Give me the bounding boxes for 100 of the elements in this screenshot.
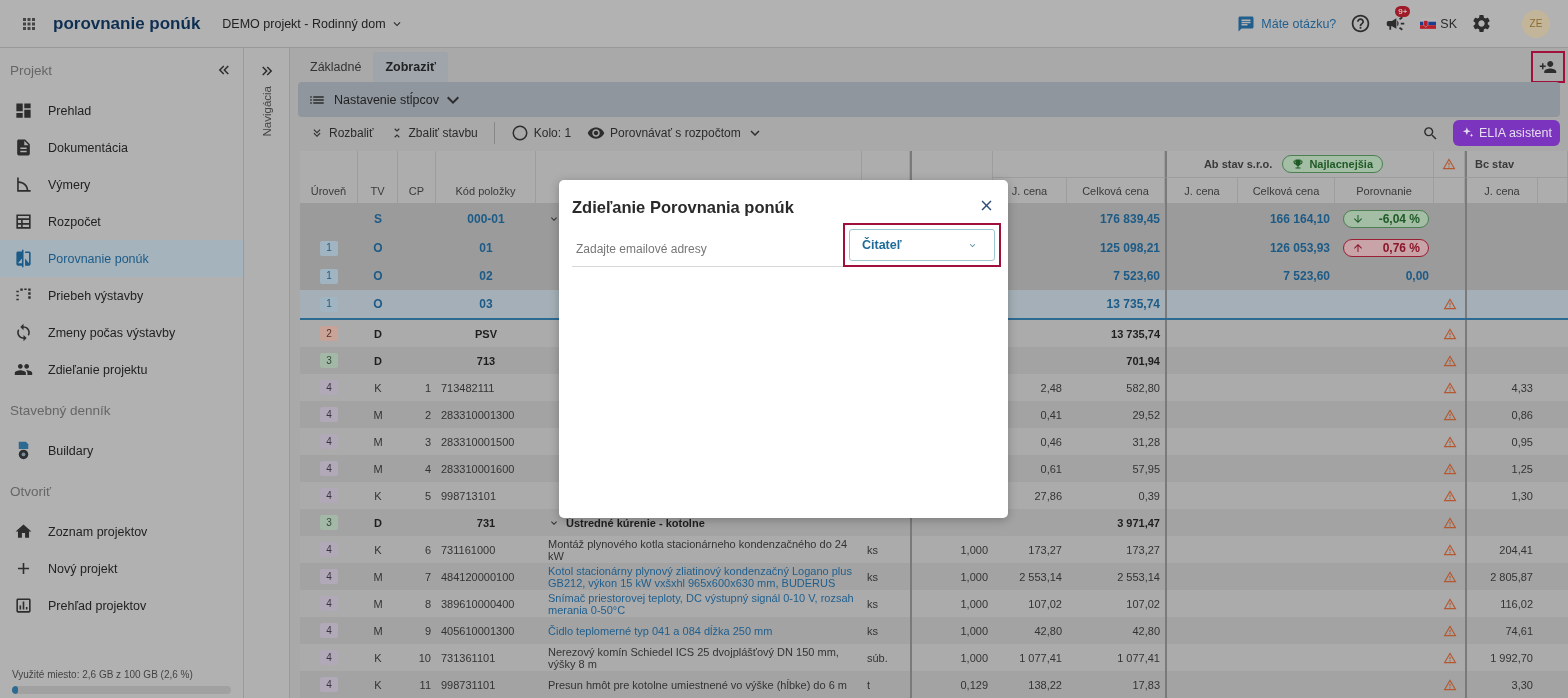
table-cell: 57,95	[1132, 462, 1160, 475]
table-cell: 6	[424, 543, 431, 556]
table-cell: D	[374, 516, 382, 529]
level-badge: 4	[320, 677, 338, 692]
table-cell: 9	[424, 624, 431, 637]
table-cell: 1,25	[1511, 462, 1533, 475]
table-cell: PSV	[475, 327, 497, 340]
table-cell: 7 523,60	[1283, 270, 1330, 282]
bidder-name: Bc stav	[1475, 158, 1515, 170]
table-cell: 731	[476, 516, 496, 529]
table-cell: 7 523,60	[1113, 270, 1160, 282]
table-cell: 166 164,10	[1269, 212, 1330, 225]
table-cell: 701,94	[1126, 354, 1160, 367]
table-cell: K	[374, 651, 382, 664]
table-cell: 173,27	[1028, 543, 1062, 556]
table-cell: 31,28	[1132, 435, 1160, 448]
level-badge: 4	[320, 434, 338, 449]
table-cell: 13 735,74	[1111, 327, 1160, 340]
table-cell: 42,80	[1034, 624, 1062, 637]
table-cell: 2,48	[1040, 381, 1062, 394]
table-cell: D	[374, 354, 382, 367]
column-header: J. cena	[1184, 184, 1220, 197]
comparison-badge: -6,04 %	[1343, 209, 1429, 228]
table-cell: 138,22	[1028, 678, 1062, 691]
table-cell: 1,000	[960, 624, 988, 637]
table-cell: M	[373, 624, 383, 637]
table-cell: K	[374, 489, 382, 502]
table-cell: 0,61	[1040, 462, 1062, 475]
table-cell: 283310001300	[441, 408, 515, 421]
column-header: Kód položky	[455, 185, 516, 197]
level-badge: 4	[320, 650, 338, 665]
table-cell: 03	[479, 298, 493, 310]
column-header: Úroveň	[310, 185, 347, 197]
table-cell: 176 839,45	[1099, 212, 1160, 225]
table-cell: 1,30	[1511, 489, 1533, 502]
table-cell: M	[373, 597, 383, 610]
table-cell: 1 077,41	[1117, 651, 1160, 664]
level-badge: 1	[320, 240, 338, 256]
table-cell: ks	[867, 597, 878, 610]
table-cell: súb.	[867, 651, 888, 664]
table-cell: M	[373, 435, 383, 448]
table-cell: 0,95	[1511, 435, 1533, 448]
table-cell: 17,83	[1132, 678, 1160, 691]
table-cell: 731361101	[441, 651, 496, 664]
dialog-title: Zdieľanie Porovnania ponúk	[572, 198, 794, 217]
table-cell: 405610001300	[441, 624, 515, 637]
table-cell: D	[374, 327, 382, 340]
table-cell: 0,41	[1040, 408, 1062, 421]
column-header: J. cena	[1011, 184, 1048, 197]
level-badge: 4	[320, 623, 338, 638]
column-header: TV	[370, 185, 385, 197]
table-cell-text: Montáž plynového kotla stacionárneho kondenzačného do 24 kW	[548, 537, 849, 562]
table-cell: O	[373, 270, 383, 282]
table-cell: 998731101	[441, 678, 496, 691]
table-cell: 2 553,14	[1117, 570, 1160, 583]
level-badge: 4	[320, 407, 338, 422]
table-cell: 02	[479, 270, 493, 282]
table-cell: 7	[424, 570, 431, 583]
table-cell: 3	[424, 435, 431, 448]
column-header: CP	[408, 185, 425, 197]
table-cell-text: Nerezový komín Schiedel ICS 25 dvojplášťový DN 150 mm, výšky 8 m	[548, 645, 840, 670]
level-badge: 4	[320, 380, 338, 395]
table-cell: M	[373, 408, 383, 421]
table-cell: ks	[867, 570, 878, 583]
table-cell: 1,000	[960, 570, 988, 583]
table-cell: 4,33	[1511, 381, 1533, 394]
table-cell: 283310001500	[441, 435, 515, 448]
table-cell: 107,02	[1028, 597, 1062, 610]
level-badge: 3	[320, 353, 338, 368]
level-badge: 1	[320, 296, 338, 312]
table-cell: 389610000400	[441, 597, 515, 610]
level-badge: 3	[320, 515, 338, 530]
table-cell: 731161000	[441, 543, 496, 556]
table-cell: K	[374, 678, 382, 691]
table-cell: Presun hmôt pre kotolne umiestnené vo výške (hĺbke) do 6 m	[548, 678, 847, 691]
table-cell: M	[373, 462, 383, 475]
table-cell: 3 971,47	[1117, 516, 1160, 529]
column-header: Porovnanie	[1356, 184, 1412, 197]
table-cell: 3,30	[1511, 678, 1533, 691]
table-cell: 582,80	[1126, 381, 1160, 394]
table-cell: S	[374, 212, 382, 225]
table-cell: 0,39	[1138, 489, 1160, 502]
table-cell: 2 553,14	[1019, 570, 1062, 583]
comparison-value: 0,00	[1404, 268, 1429, 284]
table-cell: 1,000	[960, 651, 988, 664]
table-cell: 8	[424, 597, 431, 610]
table-cell: 173,27	[1126, 543, 1160, 556]
table-cell: M	[373, 570, 383, 583]
table-cell: 1,000	[960, 597, 988, 610]
table-cell: 01	[479, 242, 493, 254]
table-cell: t	[867, 678, 871, 691]
table-cell: 116,02	[1500, 597, 1533, 610]
table-cell: K	[374, 381, 382, 394]
table-cell: 1,000	[960, 543, 988, 556]
storage-usage-text: Využité miesto: 2,6 GB z 100 GB (2,6 %)	[12, 669, 194, 680]
table-cell: 10	[418, 651, 431, 664]
table-cell: 42,80	[1132, 624, 1160, 637]
table-cell: 125 098,21	[1099, 242, 1160, 254]
table-cell: 484120000100	[441, 570, 515, 583]
table-cell: O	[373, 242, 383, 254]
